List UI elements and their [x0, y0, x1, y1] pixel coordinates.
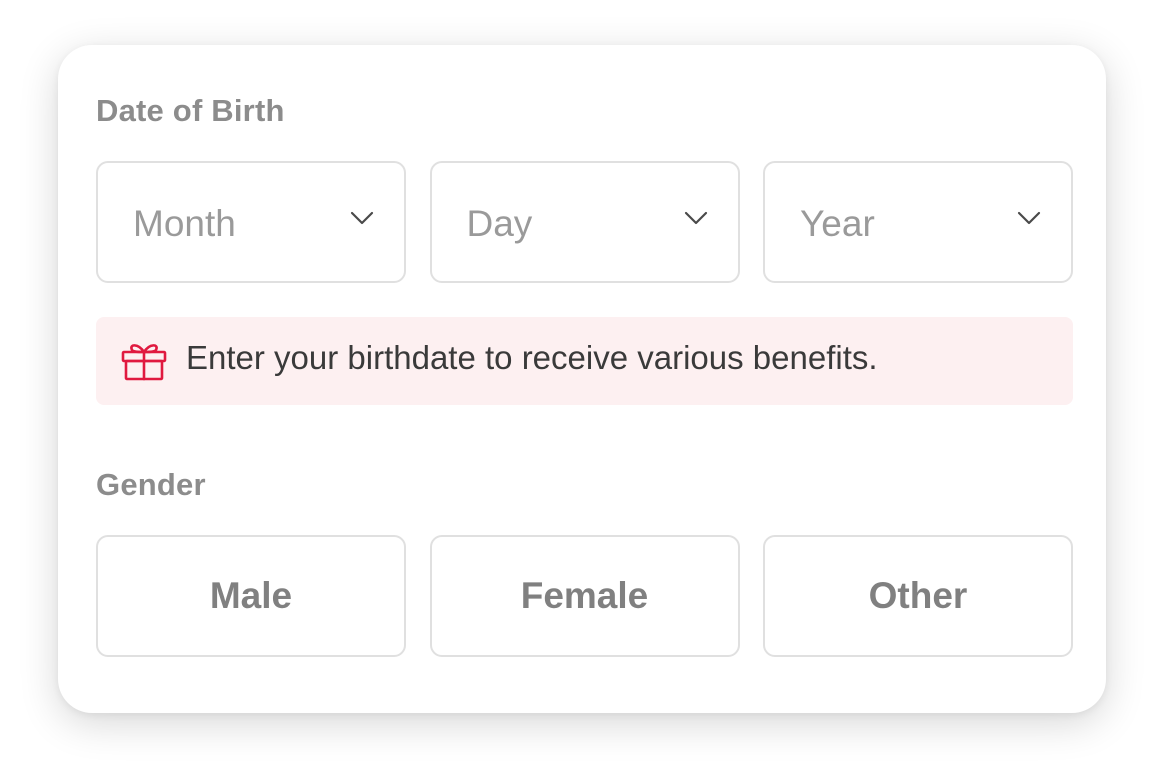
chevron-down-icon — [1017, 211, 1041, 225]
dob-label: Date of Birth — [96, 93, 285, 128]
gift-icon — [121, 344, 167, 381]
gender-option-row: Male Female Other — [96, 535, 1073, 657]
month-select[interactable]: Month — [96, 161, 406, 283]
gender-option-label: Other — [868, 575, 968, 616]
day-select-value: Day — [466, 203, 533, 244]
profile-form-card: Date of Birth Month Day Year Enter your … — [58, 45, 1106, 713]
gender-option-female[interactable]: Female — [429, 535, 740, 657]
gender-option-label: Male — [209, 575, 293, 616]
gender-option-other[interactable]: Other — [763, 535, 1073, 657]
notice-text: Enter your birthdate to receive various … — [186, 339, 878, 376]
day-select[interactable]: Day — [429, 161, 740, 283]
chevron-down-icon — [684, 211, 707, 225]
gender-label: Gender — [96, 467, 206, 502]
birthdate-benefit-notice: Enter your birthdate to receive various … — [96, 317, 1073, 405]
dob-select-row: Month Day Year — [96, 161, 1073, 283]
month-select-value: Month — [133, 203, 236, 244]
gender-option-male[interactable]: Male — [96, 535, 406, 657]
chevron-down-icon — [350, 211, 374, 225]
year-select[interactable]: Year — [763, 161, 1073, 283]
year-select-value: Year — [800, 203, 875, 244]
gender-option-label: Female — [520, 575, 649, 616]
